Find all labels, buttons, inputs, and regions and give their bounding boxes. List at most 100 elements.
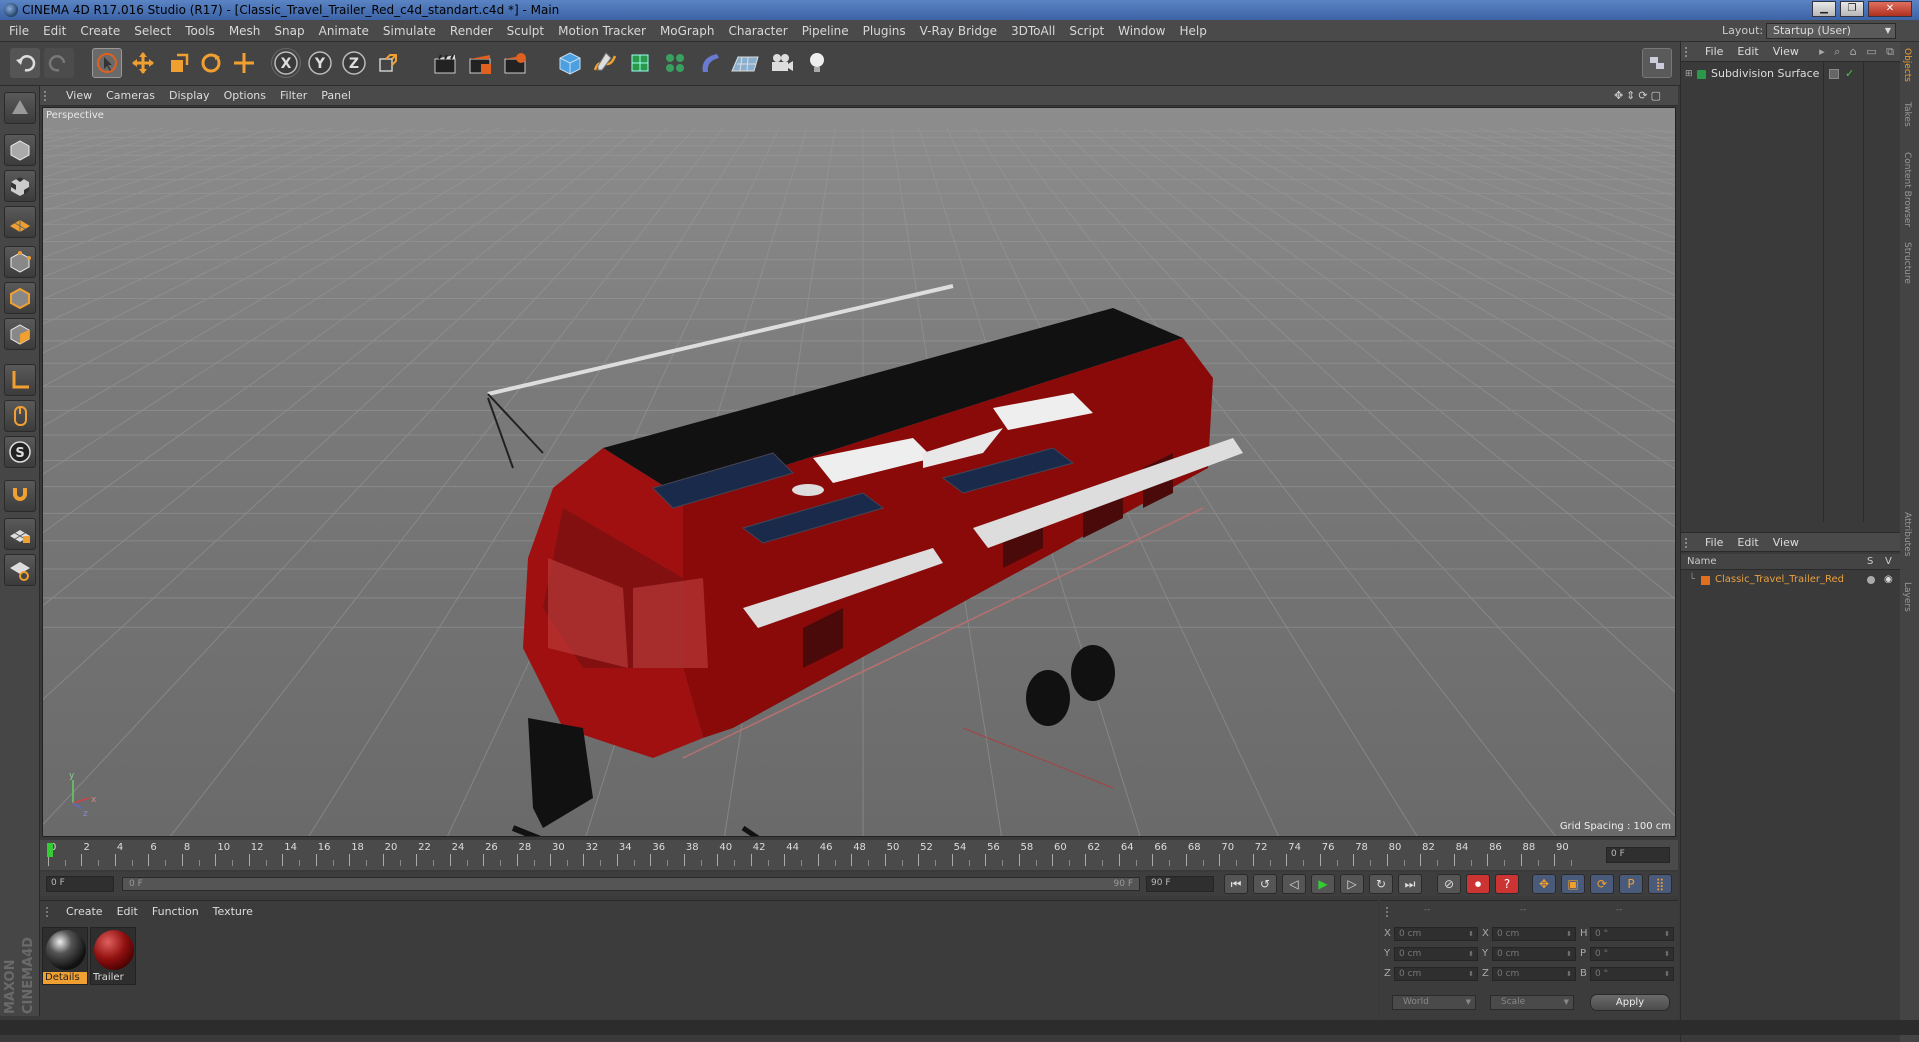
- viewport-menu-filter[interactable]: Filter: [280, 89, 307, 102]
- coordinate-system-button[interactable]: [373, 48, 403, 78]
- y-axis-button[interactable]: Y: [305, 48, 335, 78]
- tweak-mode-button[interactable]: [4, 400, 36, 432]
- menu-mograph[interactable]: MoGraph: [653, 20, 722, 42]
- apply-button[interactable]: Apply: [1590, 994, 1670, 1011]
- workplane-mode-button[interactable]: [4, 206, 36, 238]
- menu-character[interactable]: Character: [721, 20, 794, 42]
- menu-select[interactable]: Select: [127, 20, 178, 42]
- side-tab-content-browser[interactable]: Content Browser: [1902, 152, 1912, 227]
- object-list-item[interactable]: ⊞ Subdivision Surface ✓: [1681, 66, 1901, 82]
- object-menu-view[interactable]: View: [1773, 45, 1799, 58]
- material-swatch-trailer[interactable]: Trailer: [90, 927, 136, 985]
- menu-mesh[interactable]: Mesh: [222, 20, 268, 42]
- menu-motion-tracker[interactable]: Motion Tracker: [551, 20, 653, 42]
- keyframe-scale-button[interactable]: ▣: [1561, 874, 1585, 894]
- cube-object-button[interactable]: [555, 48, 585, 78]
- material-menu-edit[interactable]: Edit: [117, 905, 138, 918]
- spinner-arrows-icon[interactable]: ⬍: [1664, 928, 1670, 940]
- coord-value-field[interactable]: 0 cm ⬍: [1492, 947, 1576, 961]
- menu-snap[interactable]: Snap: [267, 20, 311, 42]
- viewport-menu-display[interactable]: Display: [169, 89, 210, 102]
- keyframe-param-button[interactable]: P: [1619, 874, 1643, 894]
- menu-simulate[interactable]: Simulate: [376, 20, 443, 42]
- spinner-arrows-icon[interactable]: ⬍: [1664, 948, 1670, 960]
- keyframe-rotate-button[interactable]: ⟳: [1590, 874, 1614, 894]
- undo-button[interactable]: [10, 48, 40, 78]
- next-key-button[interactable]: ↻: [1369, 874, 1393, 894]
- side-tab-takes[interactable]: Takes: [1902, 102, 1912, 127]
- go-to-start-button[interactable]: ⏮: [1224, 874, 1248, 894]
- viewport-nav-icons[interactable]: ✥⇕⟳▢: [1614, 89, 1664, 102]
- menu-sculpt[interactable]: Sculpt: [500, 20, 551, 42]
- layer-list-item[interactable]: └ Classic_Travel_Trailer_Red ◉: [1681, 572, 1901, 588]
- close-button[interactable]: ✕: [1868, 1, 1912, 17]
- viewport-menu-view[interactable]: View: [66, 89, 92, 102]
- layer-menu-file[interactable]: File: [1705, 536, 1723, 549]
- side-tab-objects[interactable]: Objects: [1902, 48, 1912, 82]
- recent-tool-button[interactable]: [229, 48, 259, 78]
- object-manager-list[interactable]: ⊞ Subdivision Surface ✓: [1681, 62, 1901, 522]
- minimize-button[interactable]: ▁: [1812, 1, 1836, 17]
- texture-mode-button[interactable]: [4, 170, 36, 202]
- coord-value-field[interactable]: 0 ° ⬍: [1590, 967, 1674, 981]
- autokey-button[interactable]: ?: [1495, 874, 1519, 894]
- make-editable-button[interactable]: [4, 92, 36, 124]
- side-tab-layers[interactable]: Layers: [1902, 582, 1912, 612]
- menu-render[interactable]: Render: [443, 20, 500, 42]
- frame-range-slider[interactable]: 0 F 90 F: [122, 877, 1140, 891]
- points-mode-button[interactable]: [4, 246, 36, 278]
- move-button[interactable]: [128, 48, 158, 78]
- spinner-arrows-icon[interactable]: ⬍: [1468, 968, 1474, 980]
- coord-value-field[interactable]: 0 ° ⬍: [1590, 927, 1674, 941]
- axis-mode-button[interactable]: [4, 364, 36, 396]
- model-mode-button[interactable]: [4, 134, 36, 166]
- viewport-menu-cameras[interactable]: Cameras: [106, 89, 155, 102]
- python-button[interactable]: [1642, 48, 1672, 78]
- menu-window[interactable]: Window: [1111, 20, 1172, 42]
- side-tab-structure[interactable]: Structure: [1902, 242, 1912, 284]
- scale-button[interactable]: [163, 48, 193, 78]
- side-tab-attributes[interactable]: Attributes: [1902, 512, 1912, 556]
- floor-button[interactable]: [730, 48, 760, 78]
- viewport-menu-options[interactable]: Options: [224, 89, 266, 102]
- z-axis-button[interactable]: Z: [339, 48, 369, 78]
- layout-dropdown[interactable]: Startup (User) ▼: [1766, 23, 1896, 39]
- layer-swatch-icon[interactable]: [1829, 69, 1839, 79]
- step-back-button[interactable]: ◁: [1282, 874, 1306, 894]
- coord-value-field[interactable]: 0 ° ⬍: [1590, 947, 1674, 961]
- object-menu-edit[interactable]: Edit: [1737, 45, 1758, 58]
- deformer-button[interactable]: [695, 48, 725, 78]
- menu-create[interactable]: Create: [73, 20, 127, 42]
- light-button[interactable]: [802, 48, 832, 78]
- material-swatch-details[interactable]: Details: [42, 927, 88, 985]
- coord-value-field[interactable]: 0 cm ⬍: [1394, 927, 1478, 941]
- expand-plus-icon[interactable]: ⊞: [1685, 66, 1693, 82]
- menu-3dtoall[interactable]: 3DToAll: [1004, 20, 1062, 42]
- current-frame-field[interactable]: 0 F: [1606, 847, 1670, 863]
- step-forward-button[interactable]: ▷: [1340, 874, 1364, 894]
- coord-value-field[interactable]: 0 cm ⬍: [1394, 947, 1478, 961]
- pen-spline-button[interactable]: [590, 48, 620, 78]
- record-button[interactable]: ⏺: [1466, 874, 1490, 894]
- record-off-button[interactable]: ⊘: [1437, 874, 1461, 894]
- layer-menu-view[interactable]: View: [1773, 536, 1799, 549]
- perspective-viewport[interactable]: y x z Perspective Grid Spacing : 100 cm: [42, 107, 1676, 837]
- spinner-arrows-icon[interactable]: ⬍: [1468, 928, 1474, 940]
- menu-animate[interactable]: Animate: [312, 20, 376, 42]
- snap-button[interactable]: S: [4, 436, 36, 468]
- render-settings-button[interactable]: [500, 48, 530, 78]
- material-menu-function[interactable]: Function: [152, 905, 199, 918]
- spinner-arrows-icon[interactable]: ⬍: [1664, 968, 1670, 980]
- object-manager-tools-icons[interactable]: ▸ ⌕ ⌂ ▭ ⧉: [1819, 45, 1897, 59]
- x-axis-button[interactable]: X: [271, 48, 301, 78]
- spinner-arrows-icon[interactable]: ⬍: [1566, 968, 1572, 980]
- maximize-button[interactable]: ❐: [1840, 1, 1864, 17]
- locked-workplane-button[interactable]: [4, 518, 36, 550]
- world-dropdown[interactable]: World ▼: [1392, 995, 1476, 1010]
- keyframe-grid-button[interactable]: ⣿: [1648, 874, 1672, 894]
- menu-script[interactable]: Script: [1062, 20, 1111, 42]
- menu-file[interactable]: File: [2, 20, 36, 42]
- magnet-button[interactable]: [4, 480, 36, 512]
- planar-workplane-button[interactable]: [4, 554, 36, 586]
- polygons-mode-button[interactable]: [4, 318, 36, 350]
